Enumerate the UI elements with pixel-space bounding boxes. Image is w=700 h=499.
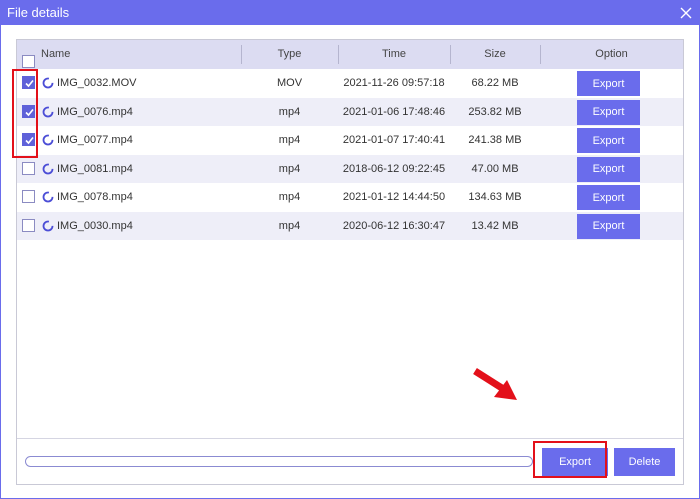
file-name: IMG_0078.mp4 [57,191,133,203]
file-time: 2021-01-06 17:48:46 [342,105,446,118]
column-header-type: Type [277,48,302,60]
file-type: mp4 [278,105,301,118]
loading-icon [42,220,54,231]
file-type: mp4 [278,219,301,232]
export-button[interactable]: Export [542,448,608,476]
row-export-button[interactable]: Export [577,128,640,153]
progress-bar [25,456,533,467]
table-row: IMG_0030.mp4 mp4 2020-06-12 16:30:47 13.42 … [17,211,683,240]
file-type: mp4 [278,191,301,203]
file-type: mp4 [278,134,301,146]
column-header-name: Name [41,48,71,60]
loading-icon [42,77,54,89]
red-arrow-icon [473,368,517,400]
file-size: 241.38 MB [468,134,522,146]
row-checkbox[interactable] [22,104,35,118]
checkmark-icon [25,108,34,116]
file-size: 134.63 MB [468,191,522,203]
column-header-time: Time [381,48,407,60]
table-row: IMG_0081.mp4 mp4 2018-06-12 09:22:45 47.00 … [17,154,683,183]
row-checkbox[interactable] [22,161,35,175]
file-name: IMG_0077.mp4 [57,134,133,146]
file-name: IMG_0076.mp4 [57,105,133,118]
row-checkbox[interactable] [22,218,35,232]
file-time: 2021-01-07 17:40:41 [342,134,446,146]
checkmark-icon [25,136,34,145]
delete-button[interactable]: Delete [614,448,675,476]
file-name: IMG_0081.mp4 [57,162,133,175]
table-row: IMG_0078.mp4 mp4 2021-01-12 14:44:50 134.63… [17,183,683,211]
column-header-size: Size [484,48,506,60]
loading-icon [42,191,54,203]
row-checkbox[interactable] [22,133,35,146]
row-export-button[interactable]: Export [577,156,640,182]
file-list-panel: Name Type Time Size Option IMG_0032.MOV M… [16,39,684,485]
row-export-button[interactable]: Export [577,99,640,125]
title-bar: File details [0,0,700,25]
loading-icon [42,134,54,146]
file-time: 2021-01-12 14:44:50 [342,191,446,203]
row-export-button[interactable]: Export [577,213,640,239]
row-checkbox[interactable] [22,190,35,203]
row-export-button[interactable]: Export [577,185,640,210]
file-size: 47.00 MB [471,162,519,175]
table-row: IMG_0032.MOV MOV 2021-11-26 09:57:18 68.22 … [17,69,683,97]
close-button[interactable] [675,2,697,23]
file-size: 68.22 MB [471,77,519,89]
row-export-button[interactable]: Export [577,71,640,96]
close-icon [680,7,692,18]
file-type: MOV [276,77,303,89]
file-size: 253.82 MB [468,105,522,118]
window-title: File details [7,5,70,20]
table-header: Name Type Time Size Option [17,40,683,69]
checkmark-icon [25,79,34,88]
column-header-option: Option [595,48,628,60]
select-all-checkbox[interactable] [22,55,35,68]
table-row: IMG_0076.mp4 mp4 2021-01-06 17:48:46 253.82… [17,97,683,126]
file-time: 2020-06-12 16:30:47 [342,219,446,232]
loading-icon [42,163,54,174]
loading-icon [42,106,54,117]
file-time: 2018-06-12 09:22:45 [342,162,446,175]
table-row: IMG_0077.mp4 mp4 2021-01-07 17:40:41 241.38… [17,126,683,154]
file-name: IMG_0030.mp4 [57,219,133,232]
file-name: IMG_0032.MOV [57,77,137,89]
file-size: 13.42 MB [471,219,519,232]
file-time: 2021-11-26 09:57:18 [343,77,445,89]
row-checkbox[interactable] [22,76,35,89]
footer-divider [17,438,683,439]
file-type: mp4 [278,162,301,175]
